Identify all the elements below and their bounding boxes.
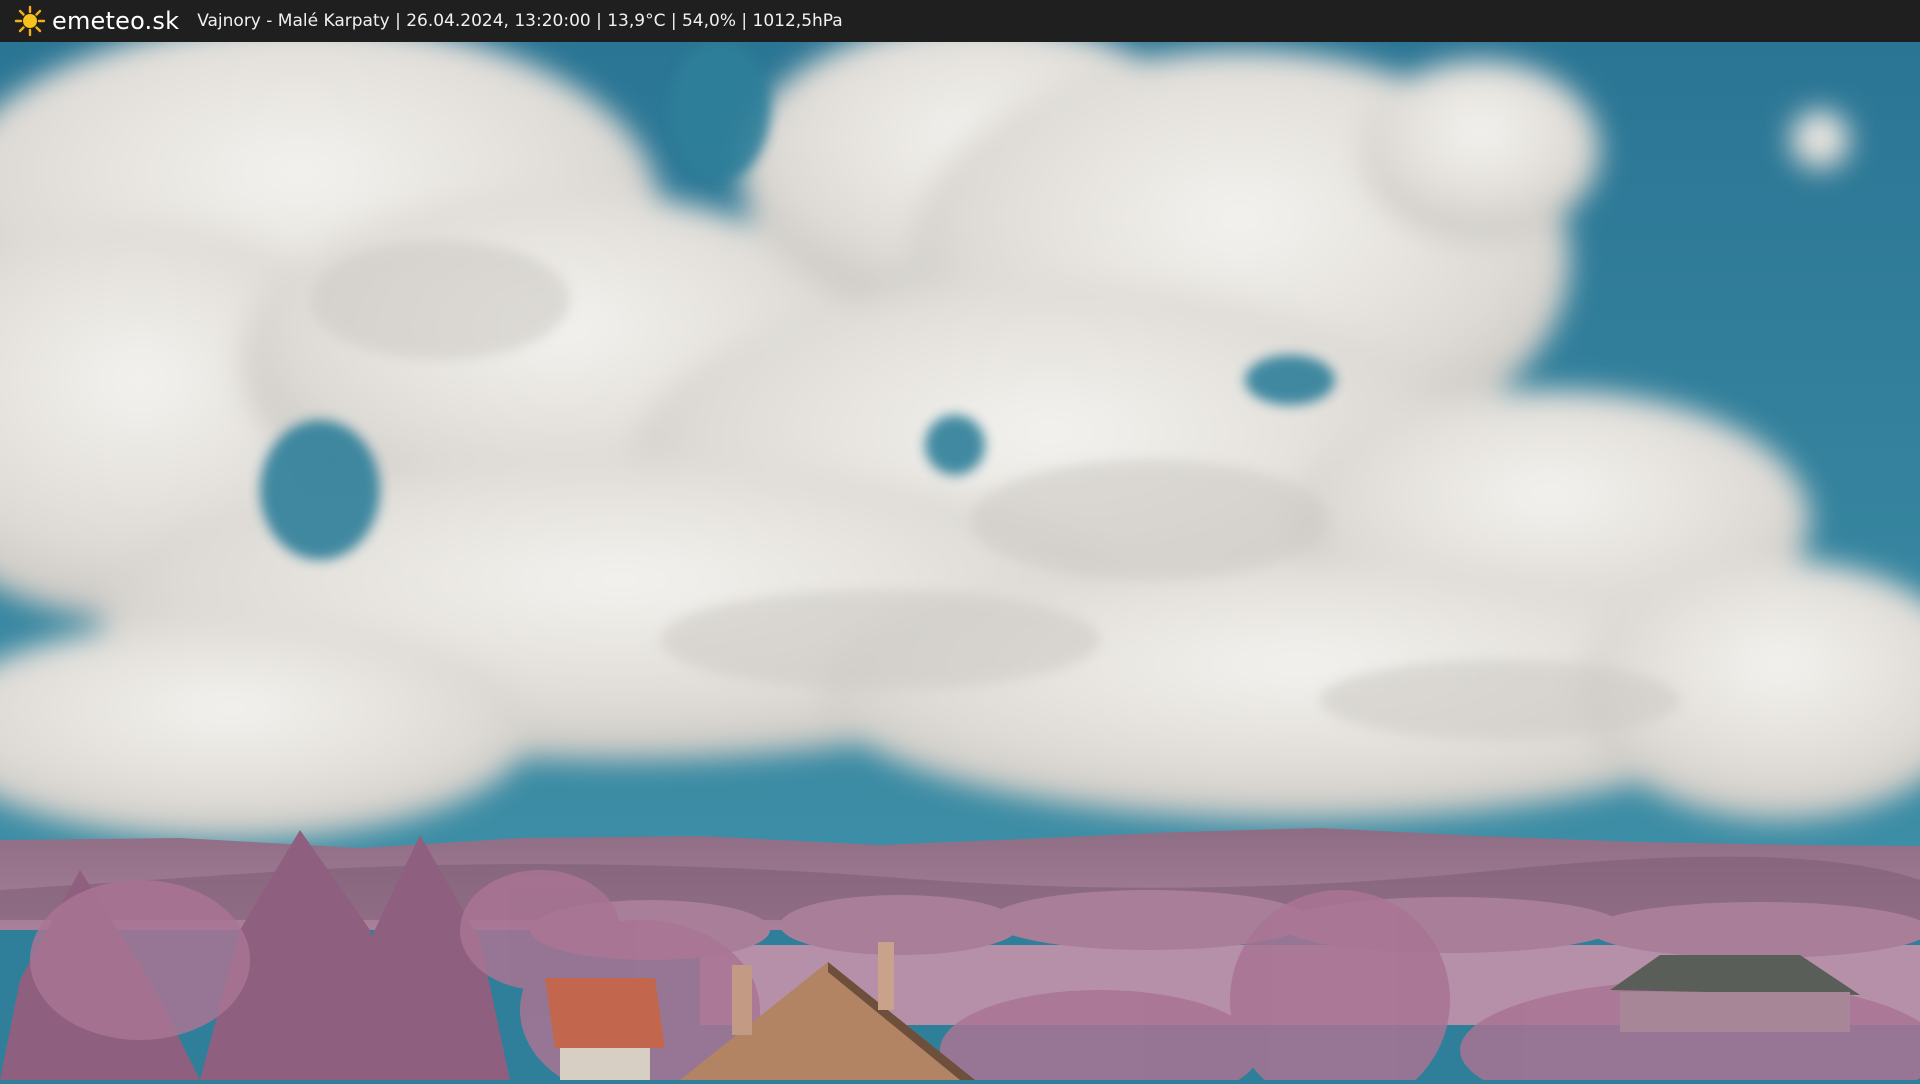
webcam-caption: Vajnory - Malé Karpaty | 26.04.2024, 13:… xyxy=(197,11,843,31)
webcam-image xyxy=(0,20,1920,1084)
house-left xyxy=(545,978,665,1080)
logo[interactable]: emeteo.sk xyxy=(14,5,179,37)
brand-name: emeteo.sk xyxy=(52,7,180,35)
header-bar: emeteo.sk Vajnory - Malé Karpaty | 26.04… xyxy=(0,0,1920,42)
sun-icon xyxy=(14,5,46,37)
